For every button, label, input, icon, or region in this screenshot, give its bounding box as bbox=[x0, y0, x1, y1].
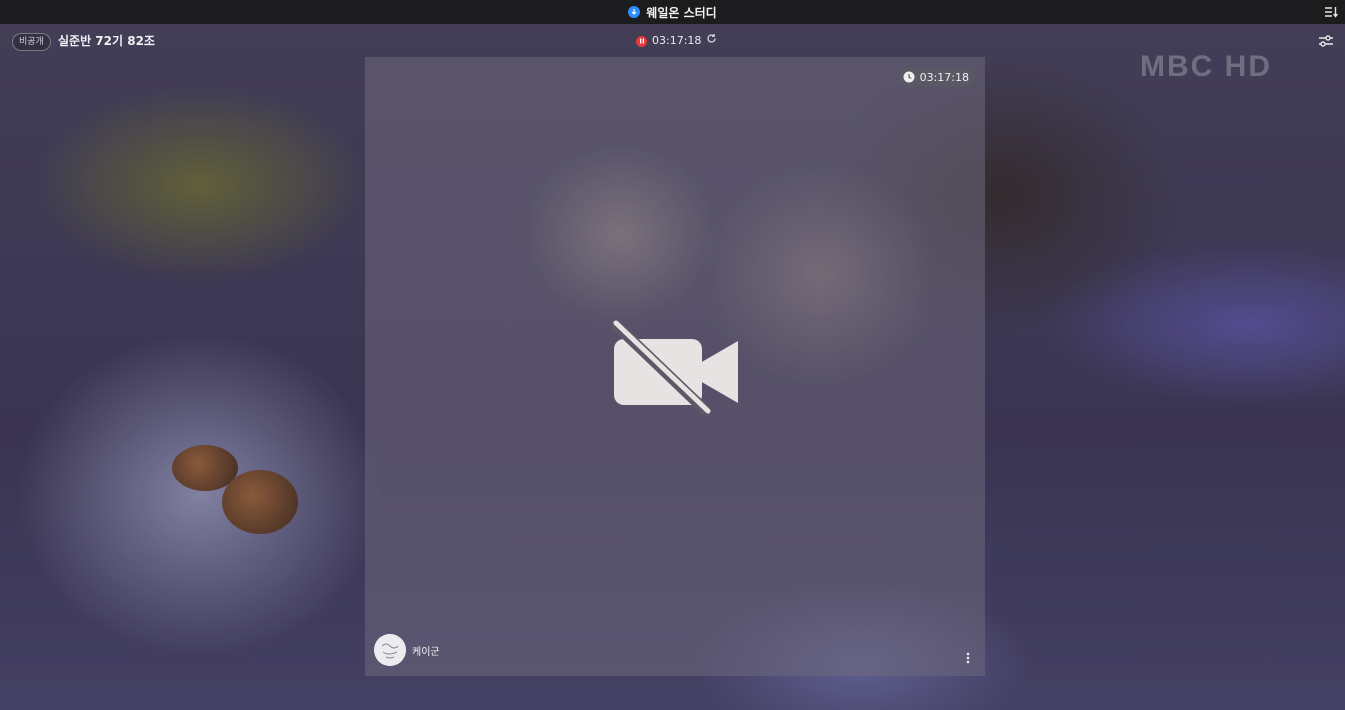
background-watermark: MBC HD bbox=[1140, 50, 1272, 83]
settings-button[interactable] bbox=[1317, 32, 1335, 50]
visibility-badge: 비공개 bbox=[12, 33, 51, 51]
app-brand: 웨일온 스터디 bbox=[628, 4, 717, 21]
participant-time: 03:17:18 bbox=[919, 70, 969, 84]
participant-video-tile[interactable]: 03:17:18 케이군 bbox=[365, 57, 985, 676]
pause-icon[interactable] bbox=[636, 35, 647, 47]
sliders-icon bbox=[1319, 35, 1333, 47]
app-titlebar: 웨일온 스터디 bbox=[0, 0, 1345, 24]
avatar bbox=[374, 634, 406, 666]
whale-logo-icon bbox=[628, 6, 641, 18]
clock-icon bbox=[903, 71, 915, 83]
participant-menu-button[interactable] bbox=[965, 650, 971, 664]
refresh-icon[interactable] bbox=[706, 33, 717, 49]
camera-off-icon bbox=[612, 319, 738, 415]
sort-list-button[interactable] bbox=[1323, 4, 1339, 20]
app-title: 웨일온 스터디 bbox=[646, 5, 717, 20]
session-timer: 03:17:18 bbox=[636, 33, 717, 49]
sort-list-icon bbox=[1325, 7, 1339, 18]
participant-name: 케이군 bbox=[412, 646, 440, 658]
participant-info: 케이군 bbox=[374, 634, 440, 666]
more-vertical-icon bbox=[966, 652, 970, 664]
session-time: 03:17:18 bbox=[652, 34, 702, 47]
participant-timer: 03:17:18 bbox=[898, 67, 975, 87]
background-decor bbox=[222, 470, 298, 534]
room-title: 실준반 72기 82조 bbox=[58, 34, 155, 48]
